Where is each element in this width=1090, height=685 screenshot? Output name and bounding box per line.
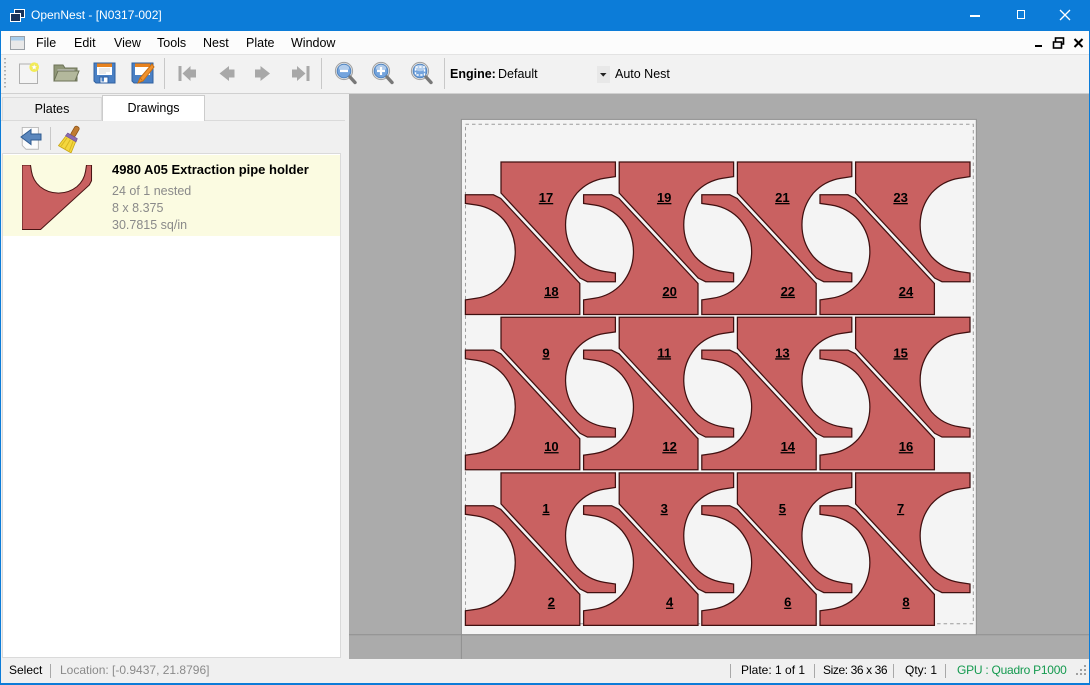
svg-text:17: 17 [539,190,553,205]
svg-text:14: 14 [781,439,796,454]
svg-text:6: 6 [784,595,791,610]
svg-text:12: 12 [662,439,676,454]
svg-text:16: 16 [899,439,913,454]
svg-text:9: 9 [542,345,549,360]
svg-text:2: 2 [548,595,555,610]
svg-text:19: 19 [657,190,671,205]
svg-text:20: 20 [662,284,676,299]
svg-text:5: 5 [779,501,786,516]
svg-text:11: 11 [657,345,671,360]
svg-text:22: 22 [781,284,795,299]
svg-text:4: 4 [666,595,674,610]
svg-text:18: 18 [544,284,558,299]
svg-text:7: 7 [897,501,904,516]
svg-text:10: 10 [544,439,558,454]
svg-text:15: 15 [893,345,907,360]
svg-text:24: 24 [899,284,914,299]
svg-text:21: 21 [775,190,789,205]
svg-text:1: 1 [542,501,549,516]
svg-text:23: 23 [893,190,907,205]
svg-text:8: 8 [902,595,909,610]
svg-text:13: 13 [775,345,789,360]
svg-text:3: 3 [661,501,668,516]
